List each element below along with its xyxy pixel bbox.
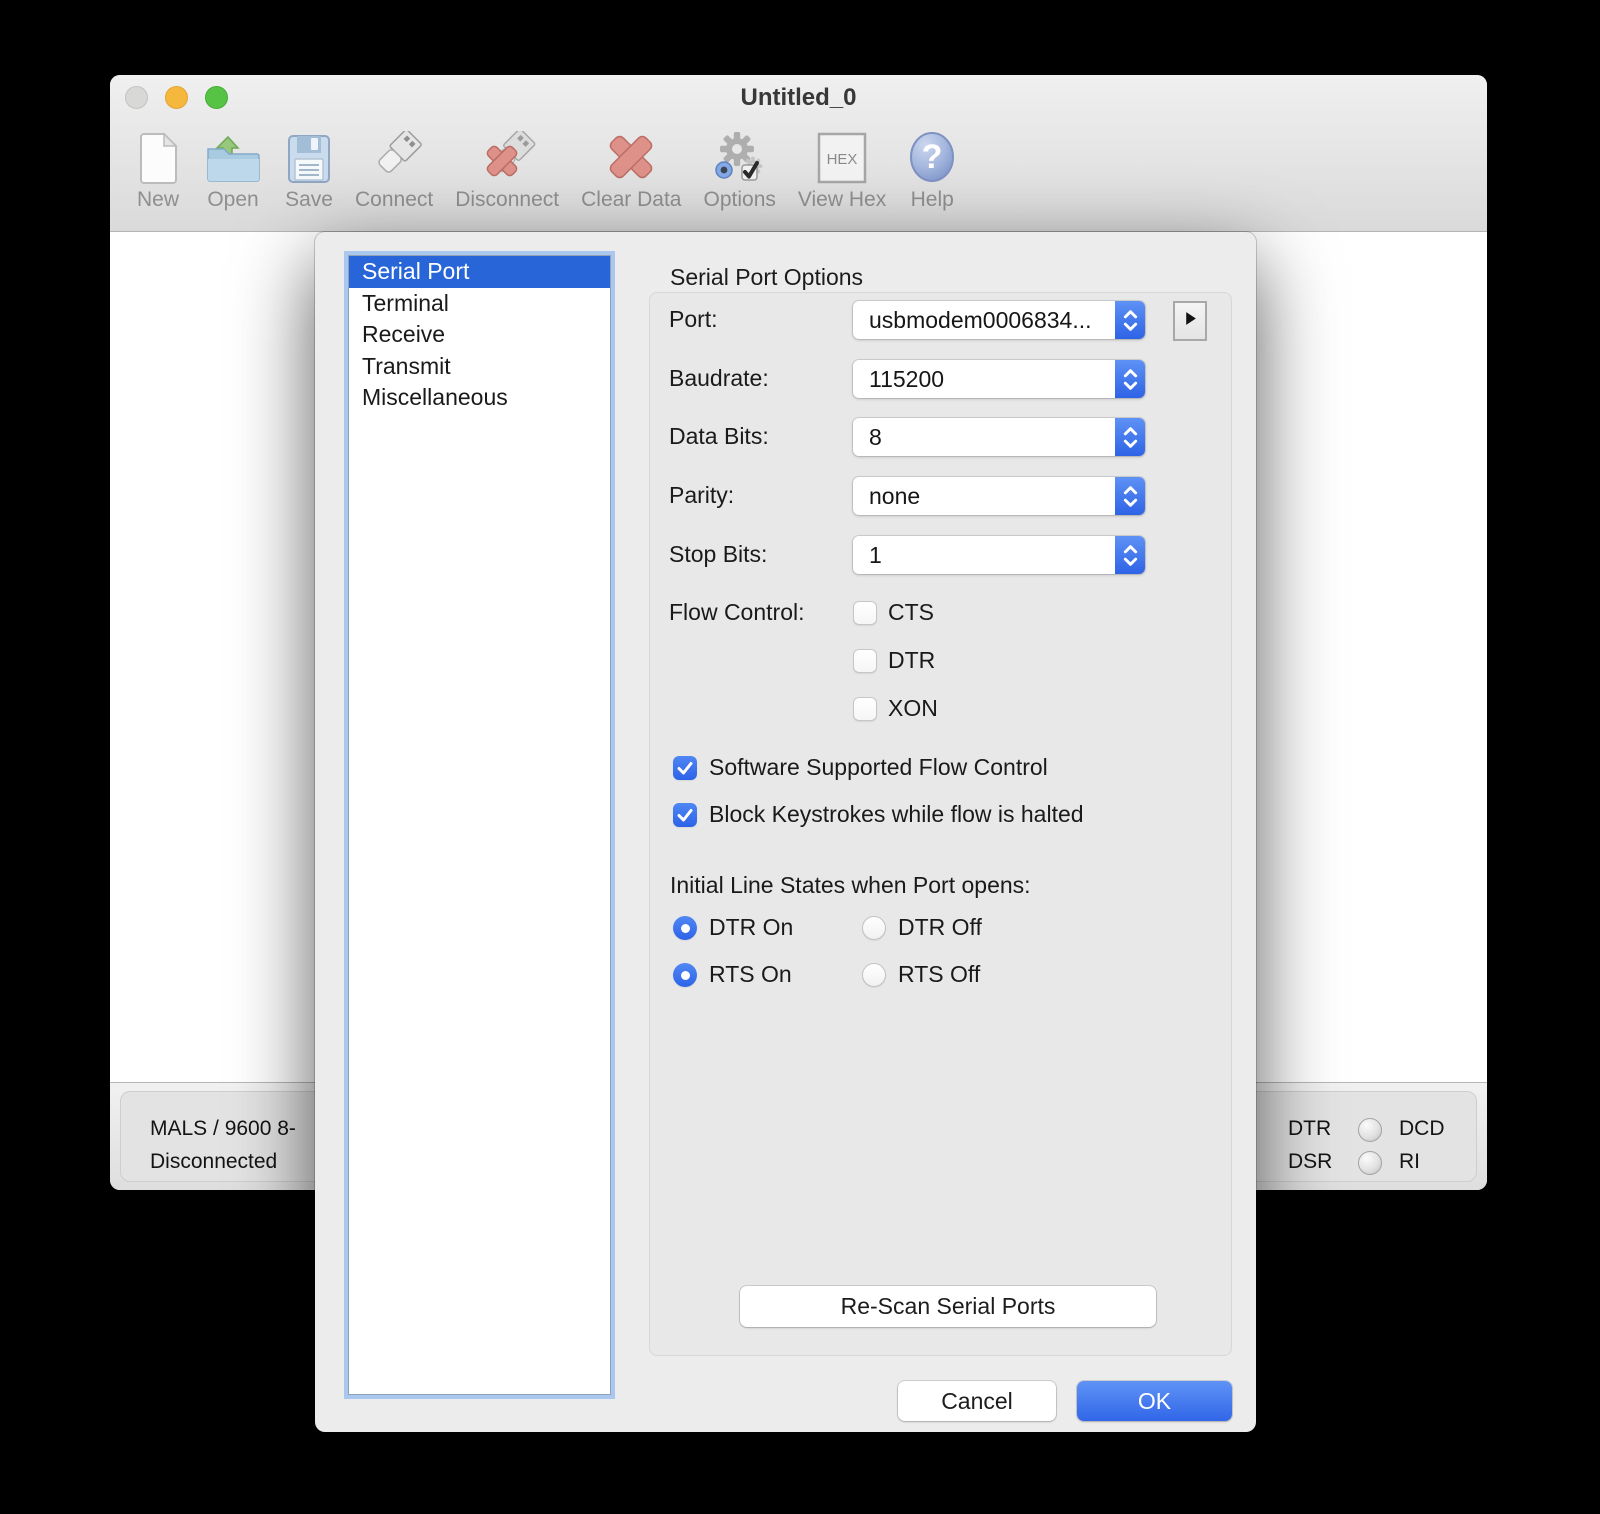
software-flow-control-label: Software Supported Flow Control [709,754,1048,780]
dsr-signal-label: DSR [1288,1150,1333,1173]
ri-indicator-led [1358,1151,1382,1175]
stepper-chevrons-icon [1115,301,1145,339]
usb-disconnect-icon [475,117,539,185]
help-icon: ? [908,117,956,185]
stepper-chevrons-icon [1115,360,1145,398]
category-transmit[interactable]: Transmit [349,351,610,383]
dtr-on-label: DTR On [709,914,794,940]
stepper-chevrons-icon [1115,477,1145,515]
ok-button[interactable]: OK [1077,1381,1232,1421]
right-triangle-icon [1184,311,1197,331]
options-gears-icon [710,117,770,185]
stop-bits-select[interactable]: 1 [853,536,1145,574]
category-terminal[interactable]: Terminal [349,288,610,320]
port-value: usbmodem0006834... [869,307,1092,333]
options-category-list: Serial Port Terminal Receive Transmit Mi… [348,255,611,1395]
baudrate-value: 115200 [869,366,945,392]
cts-label: CTS [888,599,934,625]
port-select[interactable]: usbmodem0006834... [853,301,1145,339]
rts-on-radio[interactable] [673,963,697,987]
cancel-button[interactable]: Cancel [898,1381,1056,1421]
toolbar-button-clear-data[interactable]: Clear Data [570,117,692,212]
dtr-label: DTR [888,647,936,673]
rts-off-label: RTS Off [898,961,981,987]
toolbar-button-disconnect[interactable]: Disconnect [444,117,570,212]
toolbar-button-view-hex[interactable]: HEX View Hex [787,117,897,212]
xon-label: XON [888,695,938,721]
dtr-off-label: DTR Off [898,914,982,940]
data-bits-select[interactable]: 8 [853,418,1145,456]
window-chrome: Untitled_0 New Open Save Connect Disconn… [110,75,1487,232]
port-settings-status: MALS / 9600 8- [150,1117,296,1140]
toolbar-label: Connect [355,188,434,211]
dtr-checkbox[interactable] [853,649,877,673]
stepper-chevrons-icon [1115,418,1145,456]
line-signals-panel: DTR DCD DSR RI [1235,1091,1477,1182]
stop-bits-label: Stop Bits: [669,541,768,567]
rts-on-label: RTS On [709,961,792,987]
data-bits-label: Data Bits: [669,423,769,449]
port-label: Port: [669,306,718,332]
baudrate-label: Baudrate: [669,365,769,391]
usb-connect-icon [362,117,426,185]
view-hex-icon: HEX [816,117,868,185]
toolbar-button-save[interactable]: Save [274,117,344,212]
category-miscellaneous[interactable]: Miscellaneous [349,382,610,414]
block-keystrokes-checkbox[interactable] [673,803,697,827]
flow-control-label: Flow Control: [669,599,805,625]
toolbar-label: Clear Data [581,188,682,211]
dcd-indicator-led [1358,1118,1382,1142]
hex-badge-text: HEX [827,151,858,168]
block-keystrokes-label: Block Keystrokes while flow is halted [709,801,1084,827]
dtr-off-radio[interactable] [862,916,886,940]
baudrate-select[interactable]: 115200 [853,360,1145,398]
toolbar-button-options[interactable]: Options [693,117,787,212]
help-glyph-text: ? [922,138,943,176]
initial-line-states-label: Initial Line States when Port opens: [670,872,1031,898]
toolbar-button-open[interactable]: Open [192,117,274,212]
pane-title: Serial Port Options [670,264,864,290]
rts-off-radio[interactable] [862,963,886,987]
dcd-signal-label: DCD [1399,1117,1445,1140]
toolbar-label: Open [207,188,259,211]
category-serial-port[interactable]: Serial Port [349,256,610,288]
toolbar-label: Save [285,188,333,211]
parity-label: Parity: [669,482,735,508]
open-folder-icon [203,117,263,185]
new-document-icon [135,117,181,185]
port-browse-button[interactable] [1173,301,1207,341]
toolbar-button-help[interactable]: ? Help [897,117,967,212]
software-flow-control-checkbox[interactable] [673,756,697,780]
cts-checkbox[interactable] [853,601,877,625]
toolbar-button-connect[interactable]: Connect [344,117,444,212]
window-title: Untitled_0 [740,84,857,111]
category-receive[interactable]: Receive [349,319,610,351]
rescan-serial-ports-button[interactable]: Re-Scan Serial Ports [740,1286,1156,1327]
dtr-on-radio[interactable] [673,916,697,940]
toolbar-label: Help [910,188,954,211]
ri-signal-label: RI [1399,1150,1420,1173]
connection-state-status: Disconnected [150,1150,278,1173]
xon-checkbox[interactable] [853,697,877,721]
toolbar: New Open Save Connect Disconnect Clear D… [124,117,1477,231]
toolbar-label: Disconnect [455,188,560,211]
dtr-signal-label: DTR [1288,1117,1332,1140]
parity-select[interactable]: none [853,477,1145,515]
toolbar-button-new[interactable]: New [124,117,192,212]
stepper-chevrons-icon [1115,536,1145,574]
parity-value: none [869,483,921,509]
desktop-background: Untitled_0 New Open Save Connect Disconn… [0,0,1600,1514]
toolbar-label: New [136,188,179,211]
stop-bits-value: 1 [869,542,882,568]
clear-data-icon [602,117,660,185]
toolbar-label: Options [703,188,776,211]
toolbar-label: View Hex [797,188,887,211]
data-bits-value: 8 [869,424,882,450]
options-dialog: Serial Port Terminal Receive Transmit Mi… [315,232,1256,1432]
save-floppy-icon [285,117,333,185]
